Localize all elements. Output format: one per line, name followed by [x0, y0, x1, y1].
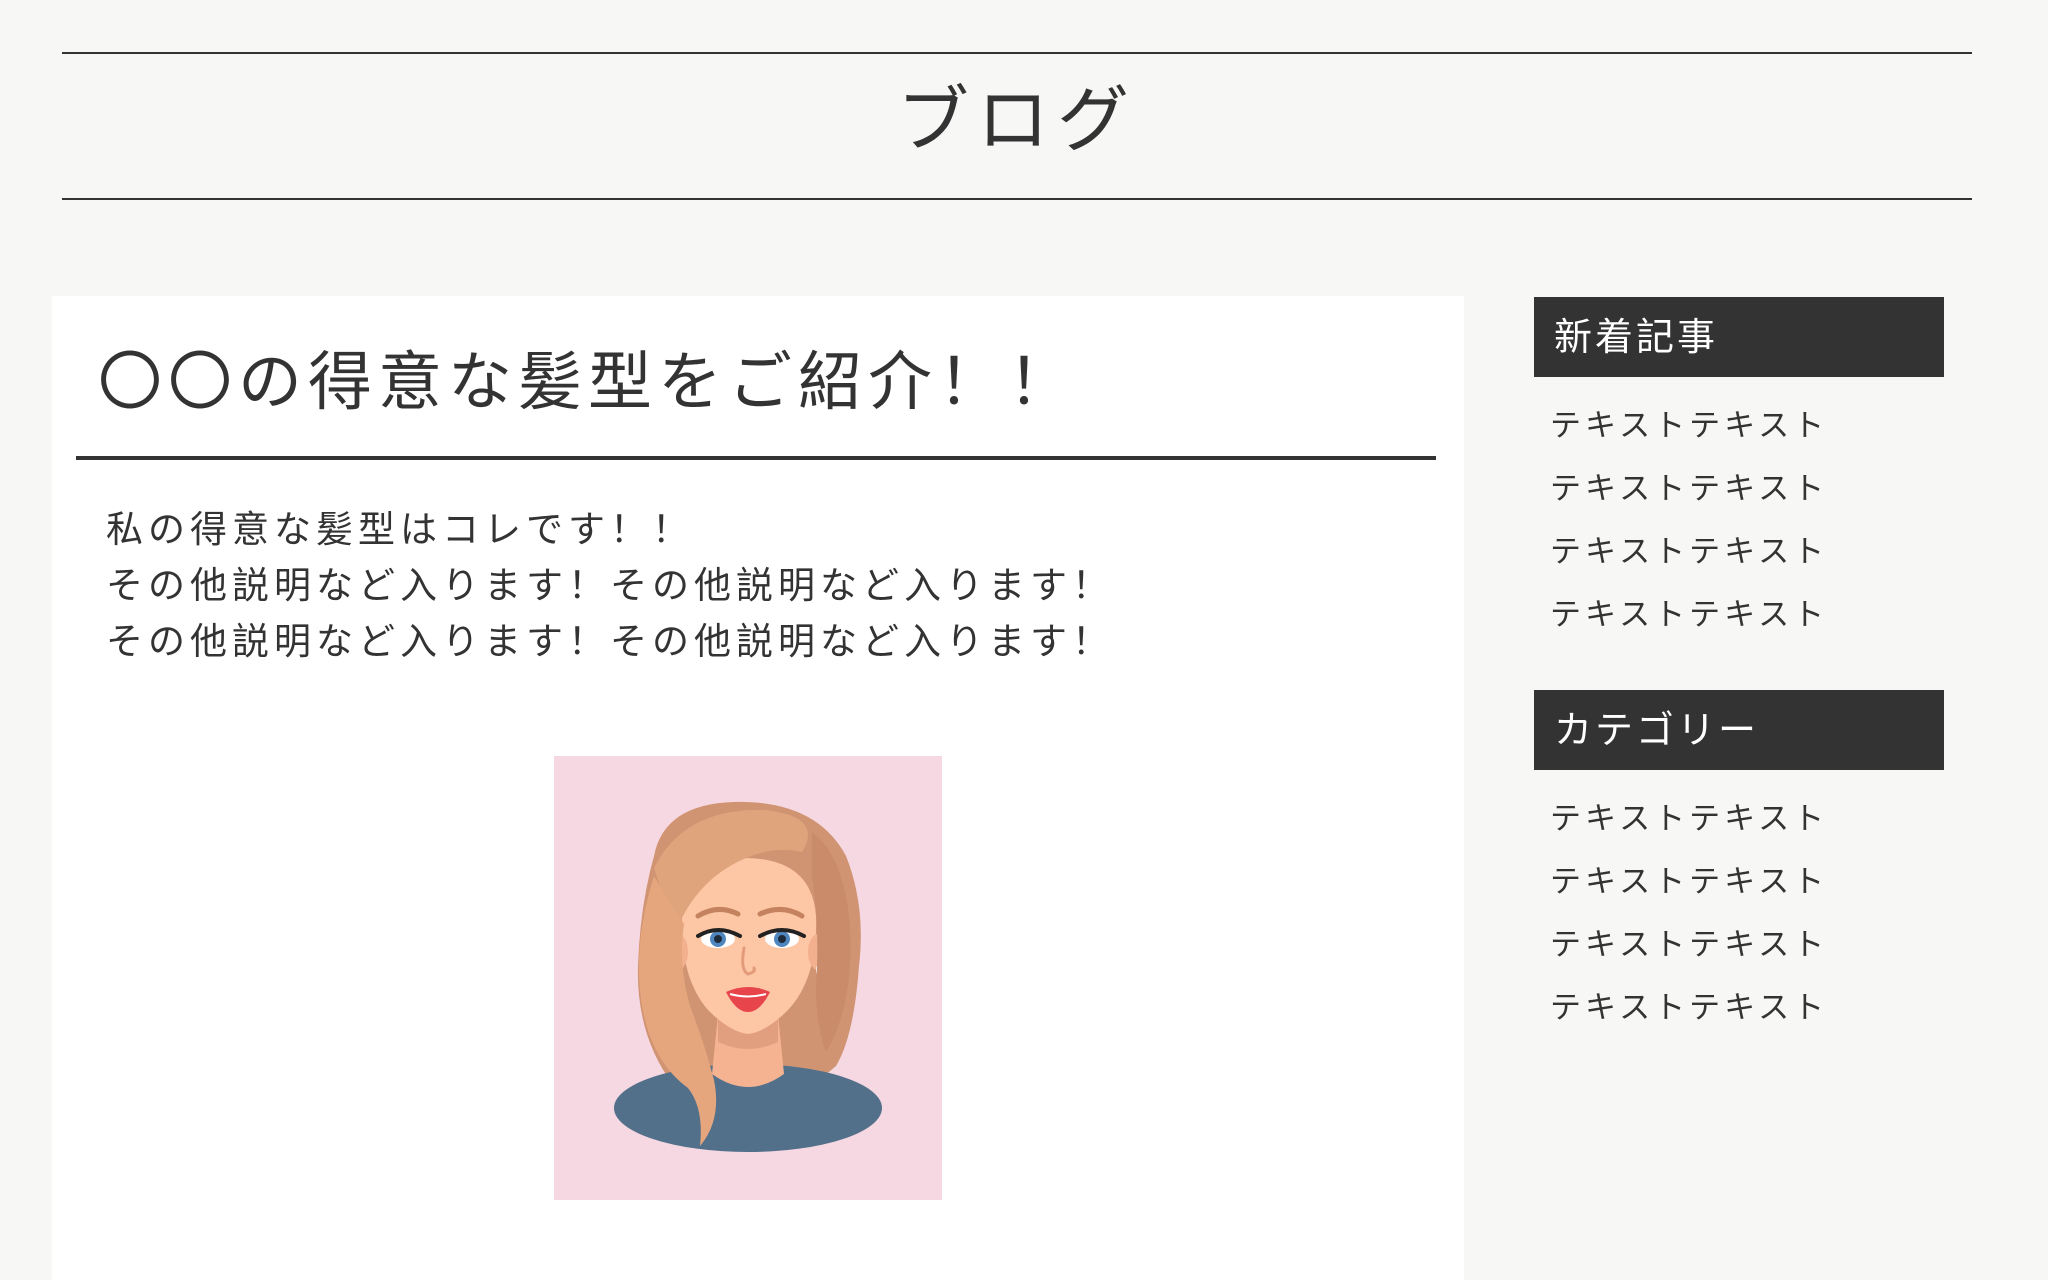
new-post-link[interactable]: テキストテキスト [1550, 521, 1944, 584]
article-title-divider [76, 456, 1436, 460]
article-paragraph: 私の得意な髪型はコレです！！ [106, 508, 694, 551]
new-post-link[interactable]: テキストテキスト [1550, 395, 1944, 458]
categories-widget: カテゴリー テキストテキスト テキストテキスト テキストテキスト テキストテキス… [1534, 690, 1944, 1040]
article-body: 私の得意な髪型はコレです！！ その他説明など入ります！その他説明など入ります！ … [106, 502, 1406, 670]
category-link[interactable]: テキストテキスト [1550, 851, 1944, 914]
hairstyle-image [554, 756, 942, 1200]
new-posts-list: テキストテキスト テキストテキスト テキストテキスト テキストテキスト [1534, 377, 1944, 647]
new-post-link[interactable]: テキストテキスト [1550, 458, 1944, 521]
categories-list: テキストテキスト テキストテキスト テキストテキスト テキストテキスト [1534, 770, 1944, 1040]
site-title[interactable]: ブログ [62, 84, 1972, 156]
article: 〇〇の得意な髪型をご紹介！！ 私の得意な髪型はコレです！！ その他説明など入りま… [52, 296, 1464, 1280]
category-link[interactable]: テキストテキスト [1550, 977, 1944, 1040]
category-link[interactable]: テキストテキスト [1550, 788, 1944, 851]
category-link[interactable]: テキストテキスト [1550, 914, 1944, 977]
new-posts-heading: 新着記事 [1534, 297, 1944, 377]
article-title: 〇〇の得意な髪型をご紹介！！ [98, 346, 1078, 420]
new-post-link[interactable]: テキストテキスト [1550, 584, 1944, 647]
woman-portrait-illustration [614, 801, 882, 1152]
site-header: ブログ [62, 52, 1972, 200]
article-paragraph: その他説明など入ります！その他説明など入ります！ [106, 564, 1114, 607]
article-paragraph: その他説明など入ります！その他説明など入ります！ [106, 620, 1114, 663]
categories-heading: カテゴリー [1534, 690, 1944, 770]
new-posts-widget: 新着記事 テキストテキスト テキストテキスト テキストテキスト テキストテキスト [1534, 297, 1944, 647]
